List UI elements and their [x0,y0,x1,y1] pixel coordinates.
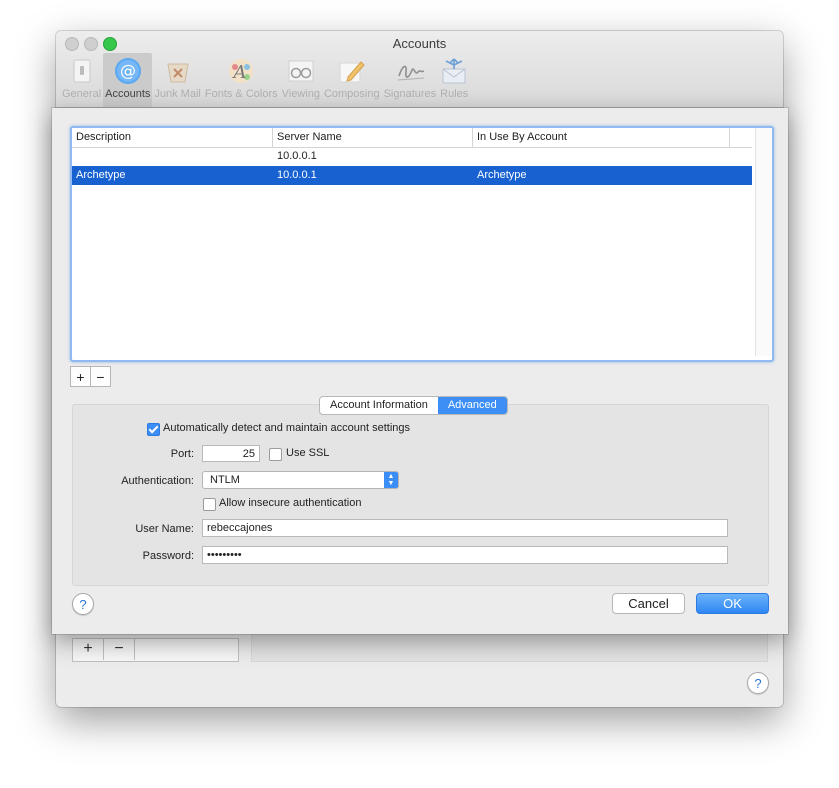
server-list-buttons: + − [70,366,111,387]
toolbar-fonts-colors[interactable]: A Fonts & Colors [203,53,280,107]
toolbar-general-label: General [62,88,102,100]
envelope-arrows-icon [440,57,468,85]
glasses-icon [287,57,315,85]
column-description[interactable]: Description [72,128,273,147]
toolbar-fonts-colors-label: Fonts & Colors [204,88,278,100]
table-scrollbar[interactable] [755,128,772,356]
table-row-selected[interactable]: Archetype 10.0.0.1 Archetype [72,166,752,185]
tab-account-information[interactable]: Account Information [320,397,438,414]
username-label: User Name: [135,523,194,535]
username-field[interactable] [202,519,728,537]
chevron-updown-icon: ▲ ▼ [384,472,398,488]
toolbar-junk-mail-label: Junk Mail [154,88,201,100]
remove-server-button[interactable]: − [90,367,110,386]
toolbar-signatures[interactable]: Signatures [382,53,439,107]
auto-detect-checkbox[interactable] [147,423,160,436]
authentication-value: NTLM [210,474,240,486]
toolbar-general[interactable]: General [60,53,103,107]
cell-description: Archetype [76,169,126,181]
cell-in-use-by [473,147,730,166]
tab-control: Account Information Advanced [319,396,508,415]
ok-button[interactable]: OK [696,593,769,614]
toolbar-viewing-label: Viewing [281,88,320,100]
table-row[interactable]: 10.0.0.1 [72,147,752,166]
cell-description [72,147,273,166]
toolbar-accounts[interactable]: @ Accounts [103,53,153,107]
use-ssl-checkbox[interactable] [269,448,282,461]
cell-in-use-by: Archetype [477,169,527,181]
svg-text:@: @ [120,61,136,80]
svg-text:A: A [232,62,247,83]
preferences-toolbar: General @ Accounts Junk Mail A Fonts & C… [60,53,470,107]
window-help-button[interactable]: ? [747,672,769,694]
toolbar-rules-label: Rules [440,88,469,100]
allow-insecure-checkbox[interactable] [203,498,216,511]
general-switch-icon [68,57,96,85]
authentication-select[interactable]: NTLM ▲ ▼ [202,471,399,489]
port-field[interactable] [202,445,260,462]
toolbar-composing-label: Composing [323,88,380,100]
password-label: Password: [142,550,194,562]
account-details-panel [251,631,768,662]
trash-bin-icon [164,57,192,85]
cancel-button[interactable]: Cancel [612,593,685,614]
toolbar-junk-mail[interactable]: Junk Mail [152,53,202,107]
use-ssl-label: Use SSL [286,447,330,459]
smtp-server-sheet: Description Server Name In Use By Accoun… [52,108,788,634]
toolbar-viewing[interactable]: Viewing [280,53,322,107]
add-account-button[interactable]: + [73,638,104,660]
add-server-button[interactable]: + [71,367,90,386]
column-server-name[interactable]: Server Name [273,128,473,147]
toolbar-accounts-label: Accounts [105,88,151,100]
authentication-label: Authentication: [121,475,194,487]
password-field[interactable] [202,546,728,564]
pencil-icon [338,57,366,85]
help-button[interactable]: ? [72,593,94,615]
font-palette-icon: A [227,57,255,85]
smtp-server-table: Description Server Name In Use By Accoun… [70,126,774,362]
at-sign-icon: @ [114,57,142,85]
port-label: Port: [170,448,194,460]
cell-server-name: 10.0.0.1 [277,169,317,181]
table-header: Description Server Name In Use By Accoun… [72,128,752,148]
window-title: Accounts [392,36,447,51]
signature-icon [396,57,424,85]
toolbar-signatures-label: Signatures [383,88,437,100]
column-in-use-by-account[interactable]: In Use By Account [473,128,730,147]
cell-server-name: 10.0.0.1 [277,150,317,162]
tab-advanced[interactable]: Advanced [437,397,507,414]
remove-account-button[interactable]: − [104,638,135,660]
allow-insecure-label: Allow insecure authentication [219,497,362,509]
toolbar-rules[interactable]: Rules [438,53,470,107]
titlebar: Accounts General @ Accounts Junk Mail A … [56,31,783,108]
toolbar-composing[interactable]: Composing [322,53,382,107]
auto-detect-label: Automatically detect and maintain accoun… [163,422,411,434]
